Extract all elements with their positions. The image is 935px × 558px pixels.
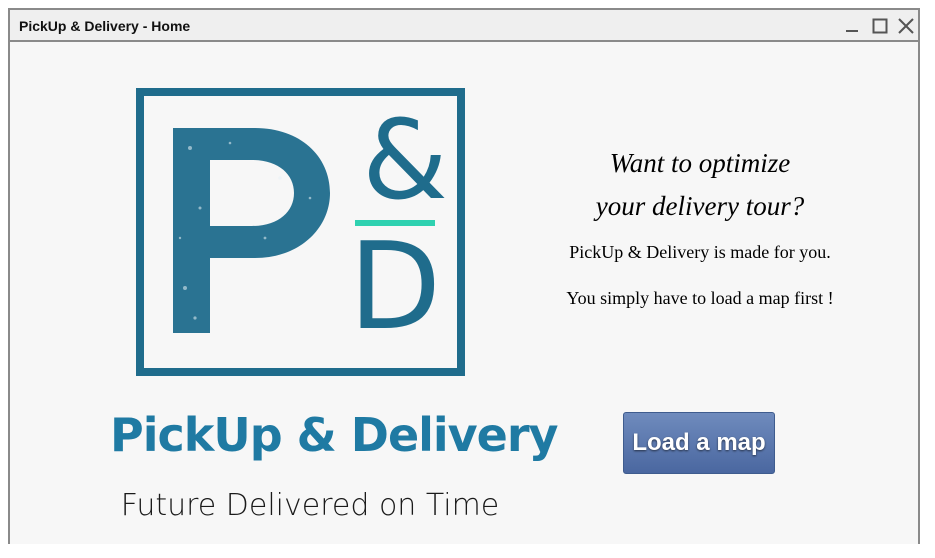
window-title: PickUp & Delivery - Home	[19, 18, 191, 34]
svg-text:D: D	[349, 218, 441, 357]
brand-tagline: Future Delivered on Time	[120, 488, 500, 523]
headline: Want to optimize your delivery tour?	[530, 142, 870, 228]
intro-panel: Want to optimize your delivery tour? Pic…	[530, 42, 870, 544]
pd-monogram-icon: & D	[136, 88, 465, 376]
headline-line-2: your delivery tour?	[595, 191, 805, 221]
app-window: PickUp & Delivery - Home & D PickUp & De…	[8, 8, 920, 544]
close-icon[interactable]	[896, 16, 916, 36]
load-map-button-label: Load a map	[632, 429, 766, 456]
title-bar[interactable]: PickUp & Delivery - Home	[10, 10, 918, 42]
intro-paragraph-2: You simply have to load a map first !	[566, 288, 834, 308]
brand-name: PickUp & Delivery	[110, 408, 559, 462]
brand-logo: & D PickUp & Delivery Future Delivered o…	[110, 88, 559, 523]
minimize-icon[interactable]	[842, 16, 862, 36]
headline-line-1: Want to optimize	[609, 148, 791, 178]
load-map-button[interactable]: Load a map	[623, 412, 775, 474]
maximize-icon[interactable]	[870, 16, 890, 36]
home-content: & D PickUp & Delivery Future Delivered o…	[10, 42, 918, 544]
intro-paragraph-1: PickUp & Delivery is made for you.	[569, 242, 831, 262]
svg-text:&: &	[362, 96, 448, 224]
